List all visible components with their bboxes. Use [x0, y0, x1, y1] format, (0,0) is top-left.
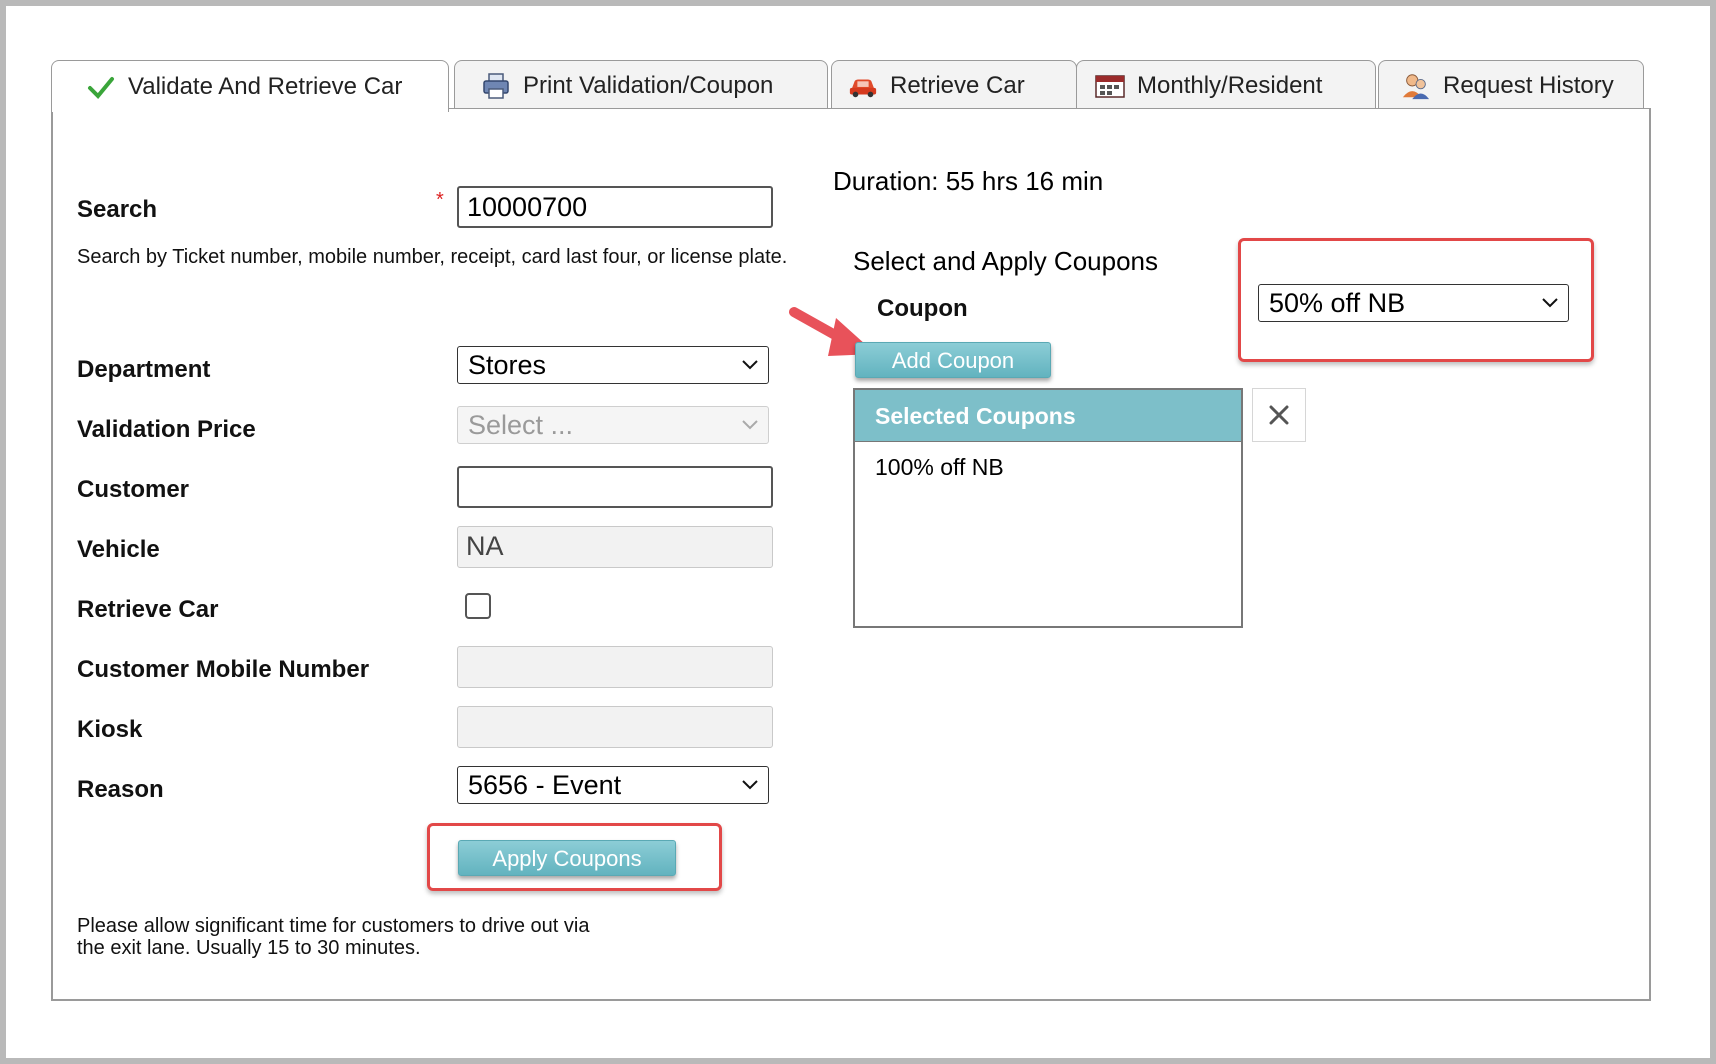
customer-mobile-number-input[interactable] [457, 646, 773, 688]
checkmark-icon [86, 72, 116, 102]
vehicle-input[interactable]: NA [457, 526, 773, 568]
tab-validate-and-retrieve-car[interactable]: Validate And Retrieve Car [51, 60, 449, 112]
validation-price-label: Validation Price [77, 416, 256, 443]
required-marker: * [436, 189, 444, 211]
department-label: Department [77, 356, 211, 383]
tab-label: Validate And Retrieve Car [128, 72, 403, 100]
customer-label: Customer [77, 476, 190, 503]
duration-text: Duration: 55 hrs 16 min [833, 166, 1104, 196]
customer-mobile-number-label: Customer Mobile Number [77, 656, 370, 683]
reason-select[interactable]: 5656 - Event [457, 766, 769, 804]
selected-coupons-header: Selected Coupons [855, 390, 1241, 442]
exit-lane-note-line1: Please allow significant time for custom… [77, 915, 590, 937]
kiosk-label: Kiosk [77, 716, 143, 743]
tab-label: Monthly/Resident [1137, 71, 1323, 99]
tab-monthly-resident[interactable]: Monthly/Resident [1076, 60, 1376, 110]
printer-icon [481, 71, 511, 101]
coupon-label: Coupon [877, 295, 968, 322]
coupon-select[interactable]: 50% off NB [1258, 284, 1569, 322]
remove-coupon-button[interactable] [1252, 388, 1306, 442]
tab-retrieve-car[interactable]: Retrieve Car [831, 60, 1077, 110]
validation-price-placeholder: Select ... [468, 410, 574, 440]
search-label: Search [77, 196, 158, 223]
department-value: Stores [468, 350, 547, 380]
retrieve-car-label: Retrieve Car [77, 596, 219, 623]
users-icon [1401, 71, 1431, 101]
tab-request-history[interactable]: Request History [1378, 60, 1644, 110]
vehicle-label: Vehicle [77, 536, 160, 563]
reason-value: 5656 - Event [468, 770, 622, 800]
chevron-down-icon [742, 420, 758, 430]
close-icon [1269, 405, 1289, 425]
search-help-text: Search by Ticket number, mobile number, … [77, 246, 788, 268]
coupon-value: 50% off NB [1269, 288, 1406, 318]
department-select[interactable]: Stores [457, 346, 769, 384]
selected-coupons-list: Selected Coupons 100% off NB [853, 388, 1243, 628]
tab-label: Retrieve Car [890, 71, 1025, 99]
add-coupon-button[interactable]: Add Coupon [855, 342, 1051, 378]
tab-label: Print Validation/Coupon [523, 71, 774, 99]
chevron-down-icon [742, 780, 758, 790]
reason-label: Reason [77, 776, 164, 803]
calendar-icon [1095, 71, 1125, 101]
select-apply-coupons-title: Select and Apply Coupons [853, 246, 1158, 276]
list-item[interactable]: 100% off NB [855, 442, 1241, 493]
retrieve-car-checkbox[interactable] [465, 593, 491, 619]
exit-lane-note-line2: the exit lane. Usually 15 to 30 minutes. [77, 937, 421, 959]
chevron-down-icon [1542, 298, 1558, 308]
car-icon [848, 71, 878, 101]
chevron-down-icon [742, 360, 758, 370]
tab-label: Request History [1443, 71, 1614, 99]
tab-print-validation-coupon[interactable]: Print Validation/Coupon [454, 60, 828, 110]
search-input[interactable]: 10000700 [457, 186, 773, 228]
customer-input[interactable] [457, 466, 773, 508]
apply-coupons-button[interactable]: Apply Coupons [458, 840, 676, 876]
kiosk-input[interactable] [457, 706, 773, 748]
validation-price-select[interactable]: Select ... [457, 406, 769, 444]
